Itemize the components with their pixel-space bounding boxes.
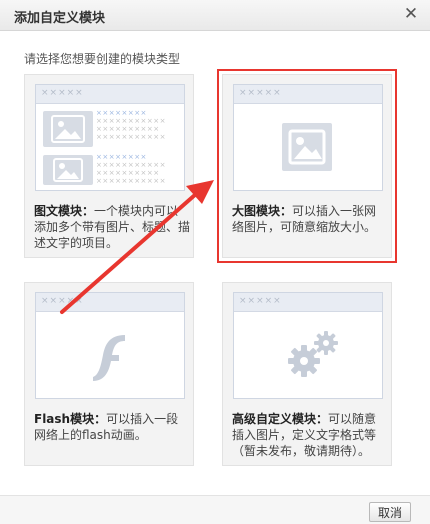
module-card-flash[interactable]: ××××× Flash模块：可以插入一段网络上的flash动画。 [24, 282, 194, 466]
module-card-big-image[interactable]: ××××× 大图模块：可以插入一张网络图片，可随意缩放大小。 [217, 69, 397, 263]
image-text-icon [43, 111, 93, 147]
module-name: 图文模块： [34, 204, 95, 218]
module-name: 大图模块： [232, 204, 293, 218]
add-custom-module-dialog: 添加自定义模块 ✕ 请选择您想要创建的模块类型 ××××× ×××××××× ××… [0, 0, 430, 524]
dialog-subtitle: 请选择您想要创建的模块类型 [24, 52, 181, 66]
dialog-titlebar: 添加自定义模块 ✕ [0, 0, 430, 31]
thumbnail-placeholder: ××××× [239, 88, 282, 98]
flash-icon [91, 331, 131, 387]
cancel-button[interactable]: 取消 [369, 502, 411, 522]
module-card-image-text[interactable]: ××××× ×××××××× ××××××××××× ×××××××××× ×××××… [24, 74, 194, 258]
module-thumbnail: ××××× [233, 292, 383, 399]
module-card-advanced-custom[interactable]: ××××× 高级自定义模块：可以随意插入图片，定义文字格式等（暂未发布，敬请期待… [222, 282, 392, 466]
thumbnail-placeholder: ××××× [239, 296, 282, 306]
thumbnail-placeholder: ××××× [41, 88, 84, 98]
module-thumbnail: ××××× [233, 84, 383, 191]
text-lines-placeholder: ×××××××× ××××××××××× ×××××××××× ××××××××××× [96, 109, 167, 141]
module-name: 高级自定义模块： [232, 412, 329, 426]
module-thumbnail: ××××× ×××××××× ××××××××××× ×××××××××× ×××××… [35, 84, 185, 191]
image-icon [282, 123, 332, 171]
image-text-icon [43, 155, 93, 185]
dialog-footer [0, 496, 430, 524]
module-thumbnail: ××××× [35, 292, 185, 399]
gears-icon [284, 325, 344, 389]
thumbnail-placeholder: ××××× [41, 296, 84, 306]
text-lines-placeholder: ×××××××× ××××××××××× ×××××××××× ××××××××××× [96, 153, 167, 185]
dialog-title: 添加自定义模块 [14, 11, 106, 26]
module-name: Flash模块： [34, 412, 107, 426]
close-icon[interactable]: ✕ [402, 4, 420, 24]
